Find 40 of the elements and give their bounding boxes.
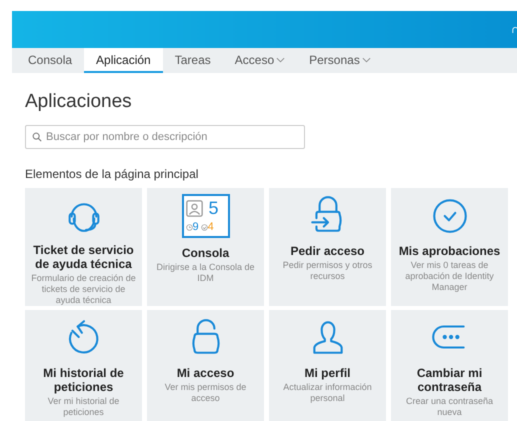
nav-tab[interactable]: Aplicación <box>84 48 163 73</box>
tile-title: Pedir acceso <box>290 244 365 258</box>
tile-description: Ver mi historial de peticiones <box>46 396 120 418</box>
check-icon <box>200 224 208 230</box>
caret-icon <box>276 56 286 62</box>
clock-icon <box>186 224 192 230</box>
pending-count: 9 <box>186 221 199 233</box>
page-title: Aplicaciones <box>25 91 133 113</box>
nav-tab[interactable]: Tareas <box>162 48 223 73</box>
app-tile[interactable]: Mi historial de peticiones Ver mi historial de peticiones <box>25 310 142 421</box>
tile-title: Consola <box>182 246 230 260</box>
tile-title: Mis aprobaciones <box>398 244 500 258</box>
caret-icon <box>362 56 371 62</box>
tile-title: Mi perfil <box>304 366 350 380</box>
tile-description: Formulario de creación de tickets de servicio de ayuda técnica <box>30 273 137 306</box>
app-tile[interactable]: Ticket de servicio de ayuda técnica Formulario de creación de tickets de servicio de ayuda técnica <box>25 188 142 306</box>
tile-title: Cambiar mi contraseña <box>416 366 484 394</box>
app-tile[interactable]: Mi perfil Actualizar información personal <box>269 310 386 421</box>
tile-description: Crear una contraseña nueva <box>404 396 494 418</box>
section-title: Elementos de la página principal <box>25 167 200 181</box>
app-tile[interactable]: Mi acceso Ver mis permisos de acceso <box>147 310 264 421</box>
tile-description: Pedir permisos y otros recursos <box>282 260 374 282</box>
app-tile[interactable]: Cambiar mi contraseña Crear una contraseña nueva <box>391 310 508 421</box>
done-count: 4 <box>200 221 214 233</box>
tile-description: Dirigirse a la Consola de IDM <box>155 262 256 284</box>
app-tile[interactable]: Mis aprobaciones Ver mis 0 tareas de aprobación de Identity Manager <box>391 188 508 306</box>
tile-description: Actualizar información personal <box>282 382 373 404</box>
tile-title: Mi historial de peticiones <box>42 366 125 394</box>
app-tile[interactable]: Pedir acceso Pedir permisos y otros recursos <box>269 188 386 306</box>
nav-tab[interactable]: Personas <box>297 48 383 73</box>
tile-title: Mi acceso <box>176 366 234 380</box>
search-field[interactable]: Buscar por nombre o descripción <box>25 125 305 149</box>
tile-description: Ver mis permisos de acceso <box>164 382 248 404</box>
nav-tab[interactable]: Acceso <box>222 48 298 73</box>
console-count: 5 <box>207 199 220 217</box>
person-icon <box>186 200 202 216</box>
app-tile[interactable]: 5 9 4 Consola Dirigirse a la Consola de IDM <box>147 188 264 306</box>
tile-title: Ticket de servicio de ayuda técnica <box>32 243 135 271</box>
tile-description: Ver mis 0 tareas de aprobación de Identity Manager <box>404 260 495 293</box>
nav-tab[interactable]: Consola <box>16 48 84 73</box>
